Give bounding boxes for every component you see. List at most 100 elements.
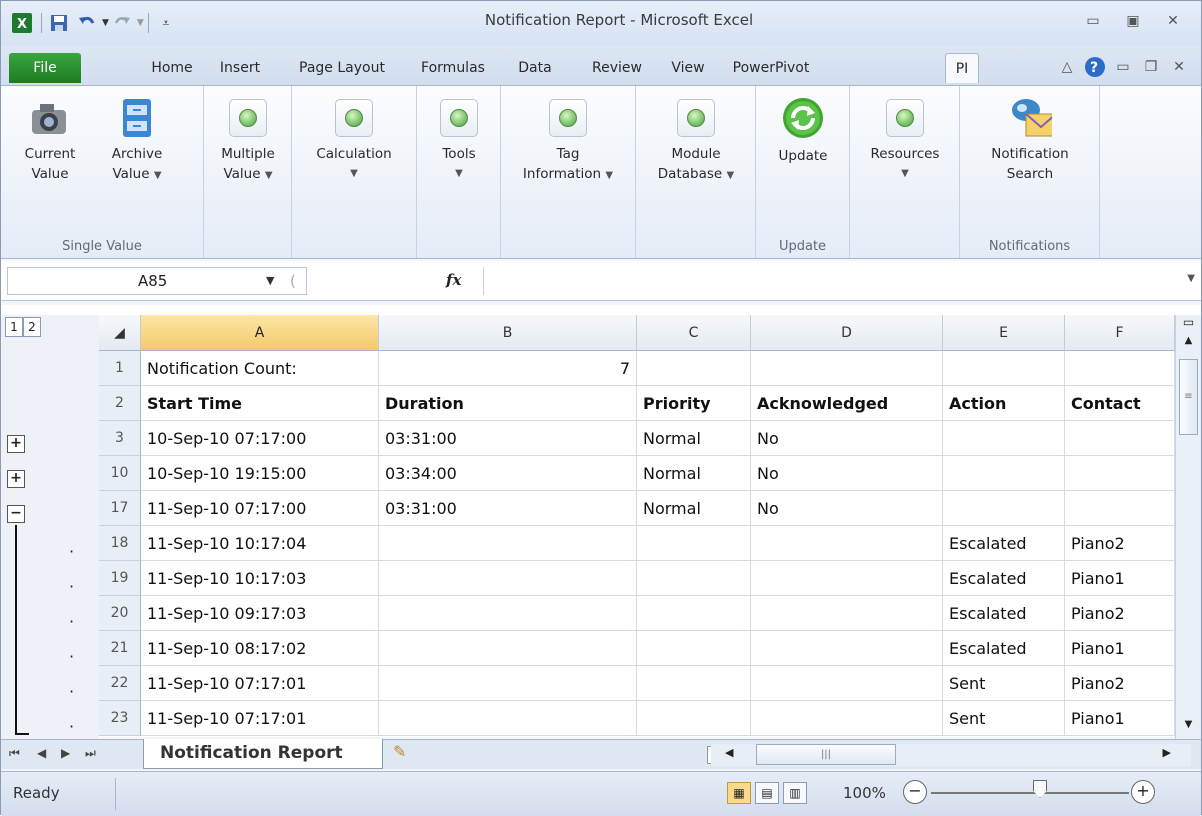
cell-f2[interactable]: Contact (1065, 386, 1175, 421)
minimize-ribbon-icon[interactable]: △ (1053, 55, 1081, 79)
horizontal-scrollbar[interactable]: ◀ ||| ▶ (711, 744, 1191, 766)
tab-pi[interactable]: PI (945, 53, 979, 83)
name-box[interactable]: A85 ▼ ( (7, 267, 307, 295)
tools-button[interactable]: Tools ▼ (419, 96, 499, 184)
cell-b23[interactable] (379, 701, 637, 736)
cell-a2[interactable]: Start Time (141, 386, 379, 421)
row-header[interactable]: 20 (99, 596, 141, 631)
archive-value-button[interactable]: Archive Value ▼ (101, 96, 173, 186)
cell-b22[interactable] (379, 666, 637, 701)
cell-c2[interactable]: Priority (637, 386, 751, 421)
tab-data[interactable]: Data (500, 53, 570, 83)
cell-f17[interactable] (1065, 491, 1175, 526)
select-all-corner[interactable]: ◢ (99, 315, 141, 351)
column-header-b[interactable]: B (379, 315, 637, 351)
restore-workbook-icon[interactable]: ❐ (1137, 55, 1165, 79)
expand-group-button[interactable]: + (7, 435, 25, 453)
tab-powerpivot[interactable]: PowerPivot (719, 53, 823, 83)
row-header[interactable]: 2 (99, 386, 141, 421)
tab-home[interactable]: Home (139, 53, 205, 83)
tab-insert[interactable]: Insert (206, 53, 274, 83)
cell-d3[interactable]: No (751, 421, 943, 456)
previous-sheet-icon[interactable]: ◀ (37, 746, 46, 760)
cell-f19[interactable]: Piano1 (1065, 561, 1175, 596)
cell-a3[interactable]: 10-Sep-10 07:17:00 (141, 421, 379, 456)
cell-c17[interactable]: Normal (637, 491, 751, 526)
row-header[interactable]: 19 (99, 561, 141, 596)
cell-e3[interactable] (943, 421, 1065, 456)
horizontal-scroll-thumb[interactable]: ||| (756, 744, 896, 765)
zoom-out-icon[interactable]: − (903, 780, 927, 804)
cell-c21[interactable] (637, 631, 751, 666)
split-box[interactable]: ▭ (1176, 315, 1201, 331)
tab-formulas[interactable]: Formulas (405, 53, 501, 83)
cell-e17[interactable] (943, 491, 1065, 526)
update-button[interactable]: Update (760, 96, 846, 166)
current-value-button[interactable]: Current Value (9, 96, 91, 184)
cell-b17[interactable]: 03:31:00 (379, 491, 637, 526)
minimize-icon[interactable]: ▭ (1073, 9, 1113, 33)
resources-button[interactable]: Resources ▼ (852, 96, 958, 184)
cell-d22[interactable] (751, 666, 943, 701)
last-sheet-icon[interactable]: ⏭ (85, 746, 96, 761)
row-header[interactable]: 21 (99, 631, 141, 666)
scroll-down-icon[interactable]: ▼ (1176, 719, 1201, 730)
cell-f10[interactable] (1065, 456, 1175, 491)
cell-b20[interactable] (379, 596, 637, 631)
cell-c3[interactable]: Normal (637, 421, 751, 456)
cell-a1[interactable]: Notification Count: (141, 351, 379, 386)
outline-level-2-button[interactable]: 2 (23, 317, 41, 337)
sheet-tab-notification-report[interactable]: Notification Report (143, 739, 383, 769)
cell-d21[interactable] (751, 631, 943, 666)
cell-e21[interactable]: Escalated (943, 631, 1065, 666)
zoom-in-icon[interactable]: + (1131, 780, 1155, 804)
cell-b10[interactable]: 03:34:00 (379, 456, 637, 491)
scroll-up-icon[interactable]: ▲ (1176, 335, 1201, 346)
zoom-level[interactable]: 100% (843, 784, 886, 802)
vertical-scrollbar[interactable]: ▭ ▲ ≡ ▼ (1175, 315, 1201, 743)
cell-c18[interactable] (637, 526, 751, 561)
cell-f18[interactable]: Piano2 (1065, 526, 1175, 561)
close-icon[interactable]: ✕ (1153, 9, 1193, 33)
scroll-left-icon[interactable]: ◀ (725, 746, 733, 759)
cell-d2[interactable]: Acknowledged (751, 386, 943, 421)
insert-function-button[interactable]: fx (446, 271, 461, 289)
cell-f20[interactable]: Piano2 (1065, 596, 1175, 631)
vertical-scroll-thumb[interactable]: ≡ (1179, 359, 1198, 435)
row-header[interactable]: 22 (99, 666, 141, 701)
cell-d23[interactable] (751, 701, 943, 736)
zoom-slider-thumb[interactable] (1033, 780, 1047, 798)
cell-a10[interactable]: 10-Sep-10 19:15:00 (141, 456, 379, 491)
cell-c10[interactable]: Normal (637, 456, 751, 491)
cell-e1[interactable] (943, 351, 1065, 386)
cell-f3[interactable] (1065, 421, 1175, 456)
collapse-group-button[interactable]: − (7, 505, 25, 523)
minimize-workbook-icon[interactable]: ▭ (1109, 55, 1137, 79)
outline-level-1-button[interactable]: 1 (5, 317, 23, 337)
column-header-f[interactable]: F (1065, 315, 1175, 351)
expand-formula-bar-icon[interactable]: ▼ (1187, 273, 1195, 284)
row-header[interactable]: 3 (99, 421, 141, 456)
insert-worksheet-icon[interactable]: ✎ (393, 742, 439, 768)
cell-c19[interactable] (637, 561, 751, 596)
cell-d19[interactable] (751, 561, 943, 596)
row-header[interactable]: 1 (99, 351, 141, 386)
row-header[interactable]: 18 (99, 526, 141, 561)
cell-d18[interactable] (751, 526, 943, 561)
cell-e2[interactable]: Action (943, 386, 1065, 421)
page-break-preview-icon[interactable]: ▥ (783, 782, 807, 804)
column-header-c[interactable]: C (637, 315, 751, 351)
tab-review[interactable]: Review (576, 53, 658, 83)
normal-view-icon[interactable]: ▦ (727, 782, 751, 804)
cell-e10[interactable] (943, 456, 1065, 491)
cell-f23[interactable]: Piano1 (1065, 701, 1175, 736)
cell-c23[interactable] (637, 701, 751, 736)
cell-b3[interactable]: 03:31:00 (379, 421, 637, 456)
cell-d1[interactable] (751, 351, 943, 386)
cell-d20[interactable] (751, 596, 943, 631)
cell-e22[interactable]: Sent (943, 666, 1065, 701)
cell-d17[interactable]: No (751, 491, 943, 526)
cell-c1[interactable] (637, 351, 751, 386)
next-sheet-icon[interactable]: ▶ (61, 746, 70, 760)
column-header-a[interactable]: A (141, 315, 379, 351)
